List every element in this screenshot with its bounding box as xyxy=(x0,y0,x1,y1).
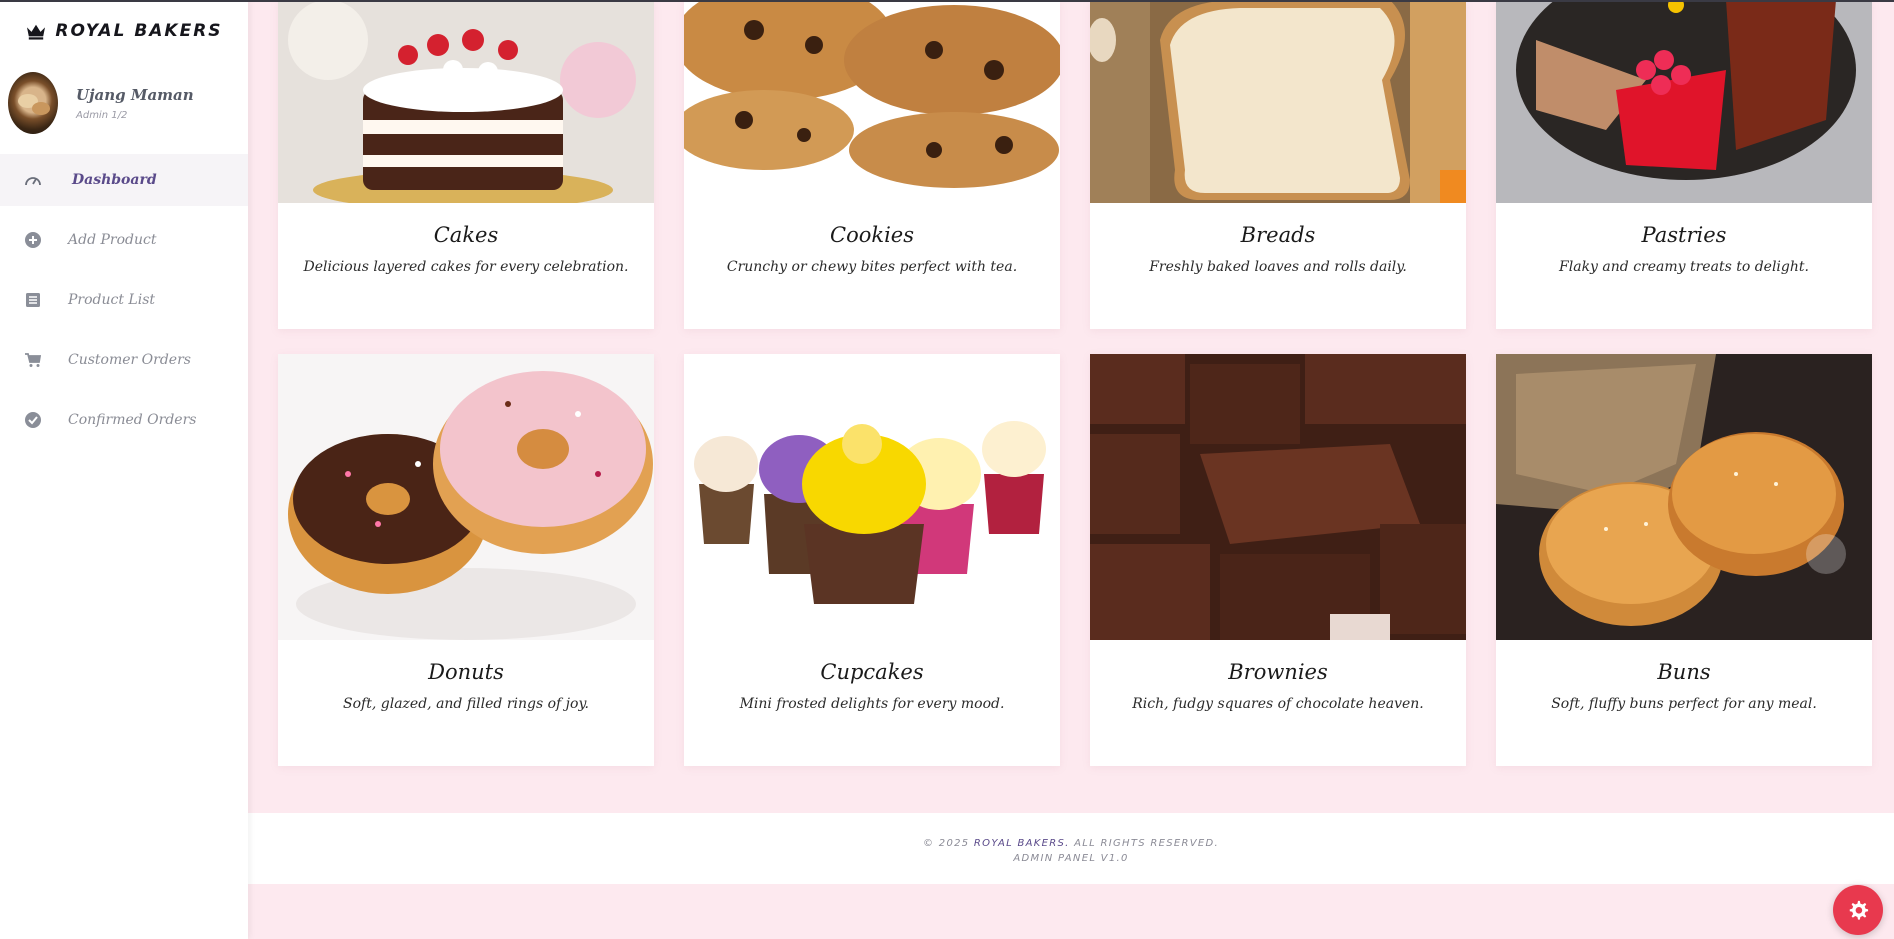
category-description: Flaky and creamy treats to delight. xyxy=(1559,259,1809,275)
sidebar-item-label: Confirmed Orders xyxy=(68,412,197,428)
category-description: Freshly baked loaves and rolls daily. xyxy=(1149,259,1407,275)
cart-icon xyxy=(24,351,42,369)
sidebar-item-label: Dashboard xyxy=(72,172,157,188)
check-circle-icon xyxy=(24,411,42,429)
category-title: Cupcakes xyxy=(820,660,924,684)
category-title: Buns xyxy=(1657,660,1711,684)
brand-name: ROYAL BAKERS xyxy=(55,21,223,41)
category-title: Breads xyxy=(1240,223,1316,247)
avatar xyxy=(8,72,58,134)
sidebar-item-dashboard[interactable]: Dashboard xyxy=(0,154,248,206)
category-description: Rich, fudgy squares of chocolate heaven. xyxy=(1132,696,1424,712)
category-title: Cookies xyxy=(830,223,914,247)
cakes-image xyxy=(278,0,654,203)
category-title: Cakes xyxy=(433,223,499,247)
gauge-icon xyxy=(24,171,42,189)
sidebar-item-label: Product List xyxy=(68,292,156,308)
category-card-donuts[interactable]: Donuts Soft, glazed, and filled rings of… xyxy=(278,354,654,766)
brand[interactable]: ROYAL BAKERS xyxy=(0,0,248,62)
category-description: Crunchy or chewy bites perfect with tea. xyxy=(726,259,1018,275)
sidebar-item-add-product[interactable]: Add Product xyxy=(0,214,248,266)
plus-circle-icon xyxy=(24,231,42,249)
category-title: Donuts xyxy=(428,660,504,684)
crown-icon xyxy=(27,24,46,40)
settings-button[interactable] xyxy=(1833,885,1883,935)
category-card-cupcakes[interactable]: Cupcakes Mini frosted delights for every… xyxy=(684,354,1060,766)
user-role: Admin 1/2 xyxy=(76,109,128,121)
category-description: Soft, glazed, and filled rings of joy. xyxy=(343,696,589,712)
top-border xyxy=(0,0,1894,2)
category-card-cookies[interactable]: Cookies Crunchy or chewy bites perfect w… xyxy=(684,0,1060,329)
category-card-buns[interactable]: Buns Soft, fluffy buns perfect for any m… xyxy=(1496,354,1872,766)
user-name: Ujang Maman xyxy=(76,85,194,104)
sidebar-item-confirmed-orders[interactable]: Confirmed Orders xyxy=(0,394,248,446)
category-card-pastries[interactable]: Pastries Flaky and creamy treats to deli… xyxy=(1496,0,1872,329)
gear-icon xyxy=(1849,900,1869,920)
buns-image xyxy=(1496,354,1872,640)
user-profile[interactable]: Ujang Maman Admin 1/2 xyxy=(0,62,248,144)
category-card-brownies[interactable]: Brownies Rich, fudgy squares of chocolat… xyxy=(1090,354,1466,766)
footer-version: ADMIN PANEL V1.0 xyxy=(1013,853,1129,864)
category-card-cakes[interactable]: Cakes Delicious layered cakes for every … xyxy=(278,0,654,329)
category-title: Brownies xyxy=(1228,660,1328,684)
breads-image xyxy=(1090,0,1466,203)
category-description: Mini frosted delights for every mood. xyxy=(739,696,1005,712)
sidebar-item-label: Customer Orders xyxy=(68,352,191,368)
brownies-image xyxy=(1090,354,1466,640)
sidebar-nav: Dashboard Add Product Product List Custo… xyxy=(0,154,248,446)
category-title: Pastries xyxy=(1641,223,1727,247)
cupcakes-image xyxy=(684,354,1060,640)
footer-brand[interactable]: ROYAL BAKERS. xyxy=(974,838,1070,849)
pastries-image xyxy=(1496,0,1872,203)
footer-copyright: © 2025 ROYAL BAKERS. ALL RIGHTS RESERVED… xyxy=(923,838,1219,849)
sidebar-item-product-list[interactable]: Product List xyxy=(0,274,248,326)
category-description: Delicious layered cakes for every celebr… xyxy=(303,259,629,275)
donuts-image xyxy=(278,354,654,640)
category-description: Soft, fluffy buns perfect for any meal. xyxy=(1551,696,1817,712)
sidebar-item-label: Add Product xyxy=(68,232,157,248)
category-card-breads[interactable]: Breads Freshly baked loaves and rolls da… xyxy=(1090,0,1466,329)
list-icon xyxy=(24,291,42,309)
cookies-image xyxy=(684,0,1060,203)
sidebar: ROYAL BAKERS Ujang Maman Admin 1/2 Dashb… xyxy=(0,0,248,939)
footer: © 2025 ROYAL BAKERS. ALL RIGHTS RESERVED… xyxy=(248,813,1894,884)
sidebar-item-customer-orders[interactable]: Customer Orders xyxy=(0,334,248,386)
